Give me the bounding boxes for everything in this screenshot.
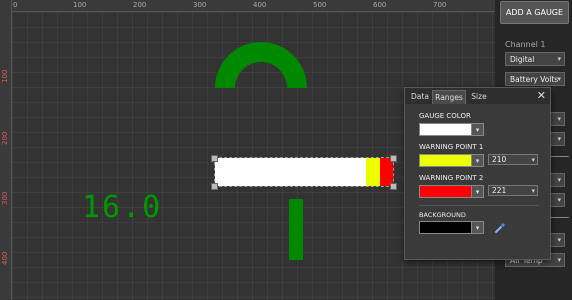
add-gauge-button[interactable]: ADD A GAUGE <box>500 1 569 24</box>
chevron-down-icon[interactable]: ▾ <box>471 154 484 167</box>
select-value: Digital <box>510 54 535 64</box>
resize-handle-bottom-left[interactable] <box>211 183 218 190</box>
background-color-swatch[interactable] <box>419 221 473 234</box>
chevron-down-icon[interactable]: ▾ <box>471 123 484 136</box>
select-value: Battery Volts <box>510 74 559 84</box>
warning-point-2-value[interactable]: 221 ▾ <box>488 185 538 196</box>
ruler-top-label: 300 <box>193 1 207 9</box>
eyedropper-icon[interactable] <box>494 222 506 234</box>
ruler-top-label: 600 <box>373 1 387 9</box>
ruler-top-label: 0 <box>13 1 18 9</box>
ruler-left-label: 400 <box>1 251 9 265</box>
channel-source-select[interactable]: Battery Volts ▾ <box>505 72 565 86</box>
select-value: 221 <box>492 186 507 195</box>
ruler-top-label: 200 <box>133 1 147 9</box>
warning-point-2-label: WARNING POINT 2 <box>419 174 484 182</box>
warning-point-2-swatch[interactable] <box>419 185 473 198</box>
tab-data[interactable]: Data <box>408 90 432 103</box>
ruler-left-label: 200 <box>1 131 9 145</box>
select-value: 210 <box>492 155 507 164</box>
warning-point-1-label: WARNING POINT 1 <box>419 143 484 151</box>
chevron-down-icon: ▾ <box>557 176 561 184</box>
ruler-left-label: 100 <box>1 69 9 83</box>
chevron-down-icon[interactable]: ▾ <box>471 185 484 198</box>
background-label: BACKGROUND <box>419 211 466 219</box>
chevron-down-icon: ▾ <box>557 196 561 204</box>
chevron-down-icon[interactable]: ▾ <box>471 221 484 234</box>
warning-zone-2 <box>380 158 393 186</box>
ruler-top-label: 100 <box>73 1 87 9</box>
resize-handle-top-left[interactable] <box>211 155 218 162</box>
gauge-color-swatch[interactable] <box>419 123 473 136</box>
chevron-down-icon: ▾ <box>557 115 561 123</box>
close-icon[interactable]: ✕ <box>537 89 546 102</box>
chevron-down-icon: ▾ <box>557 236 561 244</box>
chevron-down-icon: ▾ <box>557 256 561 264</box>
gauge-type-select[interactable]: Digital ▾ <box>505 52 565 66</box>
tab-ranges[interactable]: Ranges <box>432 90 466 104</box>
chevron-down-icon: ▾ <box>557 75 561 83</box>
ruler-top: 0 100 200 300 400 500 600 700 <box>0 0 495 12</box>
chevron-down-icon: ▾ <box>557 55 561 63</box>
ruler-left: 100 200 300 400 <box>0 0 12 300</box>
chevron-down-icon: ▾ <box>531 155 535 164</box>
chevron-down-icon: ▾ <box>531 186 535 195</box>
warning-zone-1 <box>366 158 380 186</box>
horizontal-bar-gauge[interactable] <box>214 157 394 187</box>
warning-point-1-value[interactable]: 210 ▾ <box>488 154 538 165</box>
ruler-top-label: 700 <box>433 1 447 9</box>
digital-gauge-value[interactable]: 16.0 <box>82 190 162 225</box>
ruler-top-label: 400 <box>253 1 267 9</box>
channel-label: Channel 1 <box>505 40 546 49</box>
resize-handle-top-right[interactable] <box>390 155 397 162</box>
vertical-bar-gauge[interactable] <box>289 199 303 260</box>
ruler-left-label: 300 <box>1 191 9 205</box>
arc-gauge[interactable] <box>215 42 307 90</box>
chevron-down-icon: ▾ <box>557 135 561 143</box>
warning-point-1-swatch[interactable] <box>419 154 473 167</box>
panel-divider <box>419 205 539 206</box>
tab-size[interactable]: Size <box>467 90 491 103</box>
panel-tabs: Data Ranges Size ✕ <box>405 88 550 104</box>
resize-handle-bottom-right[interactable] <box>390 183 397 190</box>
arc-gauge-fill <box>215 42 307 88</box>
ruler-top-label: 500 <box>313 1 327 9</box>
gauge-properties-panel: Data Ranges Size ✕ GAUGE COLOR ▾ WARNING… <box>404 87 551 260</box>
gauge-color-label: GAUGE COLOR <box>419 112 471 120</box>
